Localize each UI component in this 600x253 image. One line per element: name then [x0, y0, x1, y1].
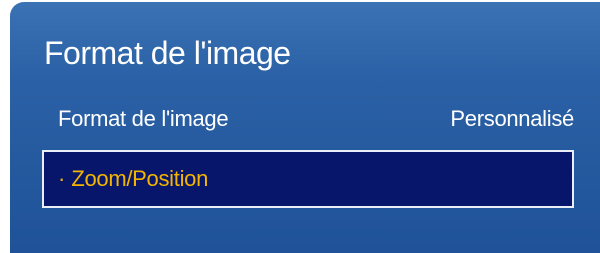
- bullet-icon: ·: [58, 166, 66, 191]
- menu-item-value: Personnalisé: [450, 106, 574, 131]
- menu-item-label: Format de l'image: [58, 106, 229, 131]
- menu-item-label: Zoom/Position: [71, 166, 209, 191]
- menu-title: Format de l'image: [44, 35, 291, 71]
- picture-size-menu-panel: Format de l'image Format de l'image Pers…: [10, 2, 600, 253]
- menu-item-picture-size[interactable]: Format de l'image Personnalisé: [44, 96, 574, 142]
- menu-item-zoom-position[interactable]: · Zoom/Position: [42, 150, 574, 208]
